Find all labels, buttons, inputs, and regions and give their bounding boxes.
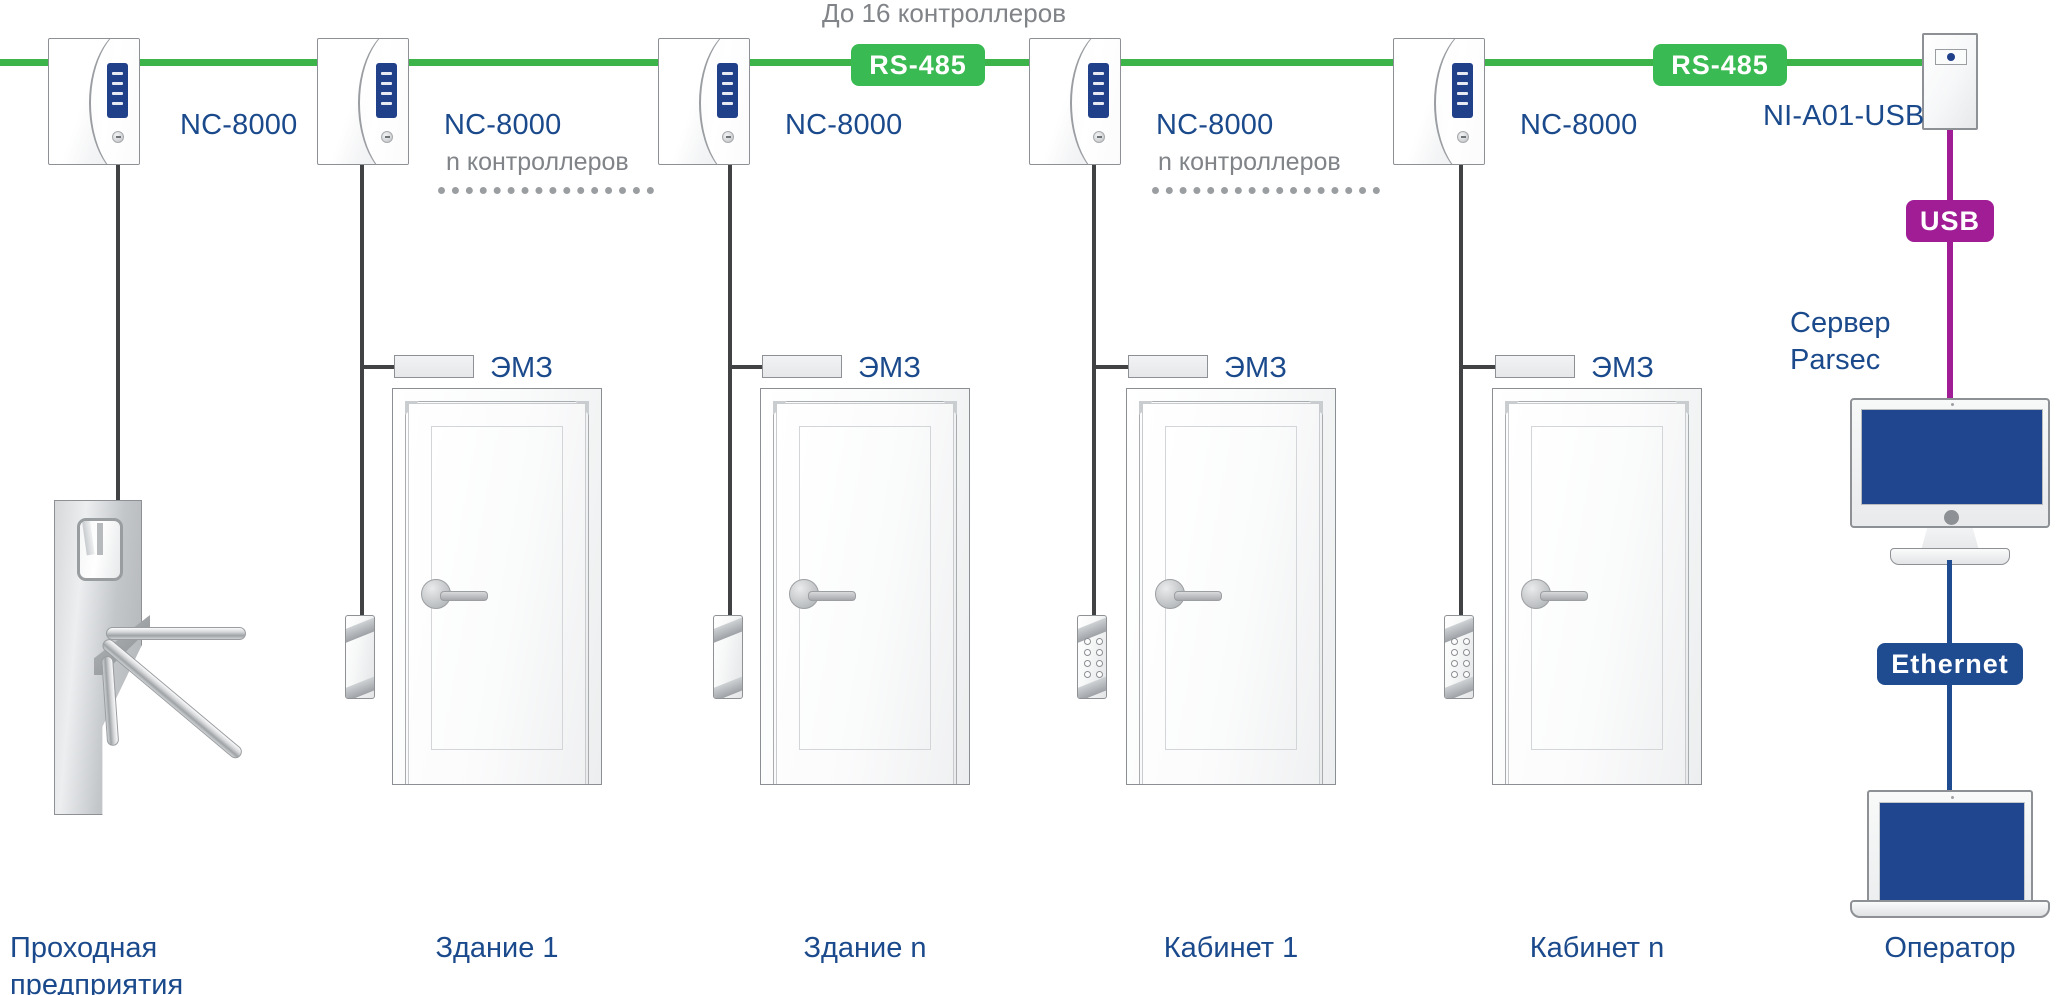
door-handle-icon	[1521, 579, 1588, 609]
em-lock-1	[394, 355, 474, 378]
controller-1-downlink	[116, 165, 120, 505]
controller-label-4: NC-8000	[1156, 109, 1274, 141]
laptop-screen	[1879, 802, 2025, 902]
server-label-line1: Сервер	[1790, 307, 1891, 339]
turnstile-arm-horizontal	[106, 627, 246, 640]
expansion-dotted-line-b	[1152, 187, 1380, 194]
keypad-icon[interactable]	[1451, 638, 1470, 678]
laptop-deck	[1850, 900, 2050, 918]
zone-label-building-n: Здание n	[803, 932, 927, 964]
diagram-canvas: До 16 контроллеров RS-485 RS-485 NC-8000…	[0, 0, 2066, 995]
em-lock-label-3: ЭМЗ	[1224, 352, 1288, 384]
converter-label: NI-A01-USB	[1763, 100, 1925, 132]
reader-band	[346, 671, 374, 698]
keypad-reader-2[interactable]	[1444, 615, 1474, 699]
usb-cable	[1947, 130, 1953, 398]
controller-3-downlink	[728, 165, 732, 619]
controller-2-downlink	[360, 165, 364, 619]
controller-label-2: NC-8000	[444, 109, 562, 141]
door-office-1[interactable]	[1126, 388, 1336, 785]
em-lock-label-4: ЭМЗ	[1591, 352, 1655, 384]
door-inner-panel	[799, 426, 931, 750]
controller-nc8000-1[interactable]	[48, 38, 140, 165]
controller-label-5: NC-8000	[1520, 109, 1638, 141]
controller-nc8000-2[interactable]	[317, 38, 409, 165]
converter-indicator-icon	[1935, 49, 1967, 65]
server-label-line2: Parsec	[1790, 344, 1881, 377]
keypad-icon[interactable]	[1084, 638, 1103, 678]
server-label: Сервер Parsec	[1790, 305, 1940, 379]
controller-screw-icon	[722, 131, 734, 143]
zone-label-office-1: Кабинет 1	[1163, 932, 1299, 964]
monitor-screen	[1861, 409, 2043, 505]
rs485-badge-2: RS-485	[1653, 44, 1787, 86]
door-inner-panel	[431, 426, 563, 750]
reader-band	[346, 616, 374, 645]
zone-label-building-1: Здание 1	[435, 932, 559, 964]
controller-5-downlink	[1459, 165, 1463, 619]
door-building-1[interactable]	[392, 388, 602, 785]
monitor-bezel	[1850, 398, 2050, 528]
card-reader-2[interactable]	[713, 615, 743, 699]
controller-nc8000-3[interactable]	[658, 38, 750, 165]
door-handle-icon	[789, 579, 856, 609]
rs485-badge-1: RS-485	[851, 44, 985, 86]
controller-screw-icon	[112, 131, 124, 143]
controller-led-panel	[376, 63, 397, 118]
em-lock-4	[1495, 355, 1575, 378]
zone-label-office-n: Кабинет n	[1529, 932, 1665, 964]
em-lock-2	[762, 355, 842, 378]
zone-label-entrance: Проходная предприятия	[10, 930, 240, 995]
controller-screw-icon	[1457, 131, 1469, 143]
laptop-camera-icon	[1951, 796, 1954, 799]
turnstile-arm-diagonal	[99, 636, 245, 761]
em-lock-label-2: ЭМЗ	[858, 352, 922, 384]
monitor-camera-icon	[1951, 403, 1954, 406]
controller-label-3: NC-8000	[785, 109, 903, 141]
bus-capacity-note: До 16 контроллеров	[822, 0, 1067, 28]
door-inner-panel	[1531, 426, 1663, 750]
controller-led-panel	[1452, 63, 1473, 118]
controller-screw-icon	[381, 131, 393, 143]
door-building-n[interactable]	[760, 388, 970, 785]
card-reader-1[interactable]	[345, 615, 375, 699]
reader-band	[714, 616, 742, 645]
em-lock-label-1: ЭМЗ	[490, 352, 554, 384]
controller-led-panel	[717, 63, 738, 118]
door-handle-icon	[1155, 579, 1222, 609]
controller-screw-icon	[1093, 131, 1105, 143]
door-office-n[interactable]	[1492, 388, 1702, 785]
expansion-dotted-line-a	[438, 187, 654, 194]
turnstile-card-reader-icon	[77, 518, 123, 581]
ethernet-badge: Ethernet	[1877, 643, 2023, 685]
expansion-note-a: n контроллеров	[446, 148, 629, 176]
zone-label-entrance-line2: предприятия	[10, 969, 184, 995]
laptop-lid	[1867, 790, 2033, 903]
usb-badge: USB	[1906, 200, 1994, 242]
controller-label-1: NC-8000	[180, 109, 298, 141]
monitor-power-led-icon	[1944, 510, 1959, 525]
door-handle-icon	[421, 579, 488, 609]
operator-label: Оператор	[1884, 932, 2016, 964]
keypad-reader-1[interactable]	[1077, 615, 1107, 699]
em-lock-3	[1128, 355, 1208, 378]
converter-ni-a01-usb[interactable]	[1922, 33, 1978, 130]
controller-led-panel	[107, 63, 128, 118]
controller-nc8000-5[interactable]	[1393, 38, 1485, 165]
door-inner-panel	[1165, 426, 1297, 750]
controller-led-panel	[1088, 63, 1109, 118]
reader-band	[714, 671, 742, 698]
controller-4-downlink	[1092, 165, 1096, 619]
zone-label-entrance-line1: Проходная	[10, 932, 158, 964]
controller-nc8000-4[interactable]	[1029, 38, 1121, 165]
expansion-note-b: n контроллеров	[1158, 148, 1341, 176]
